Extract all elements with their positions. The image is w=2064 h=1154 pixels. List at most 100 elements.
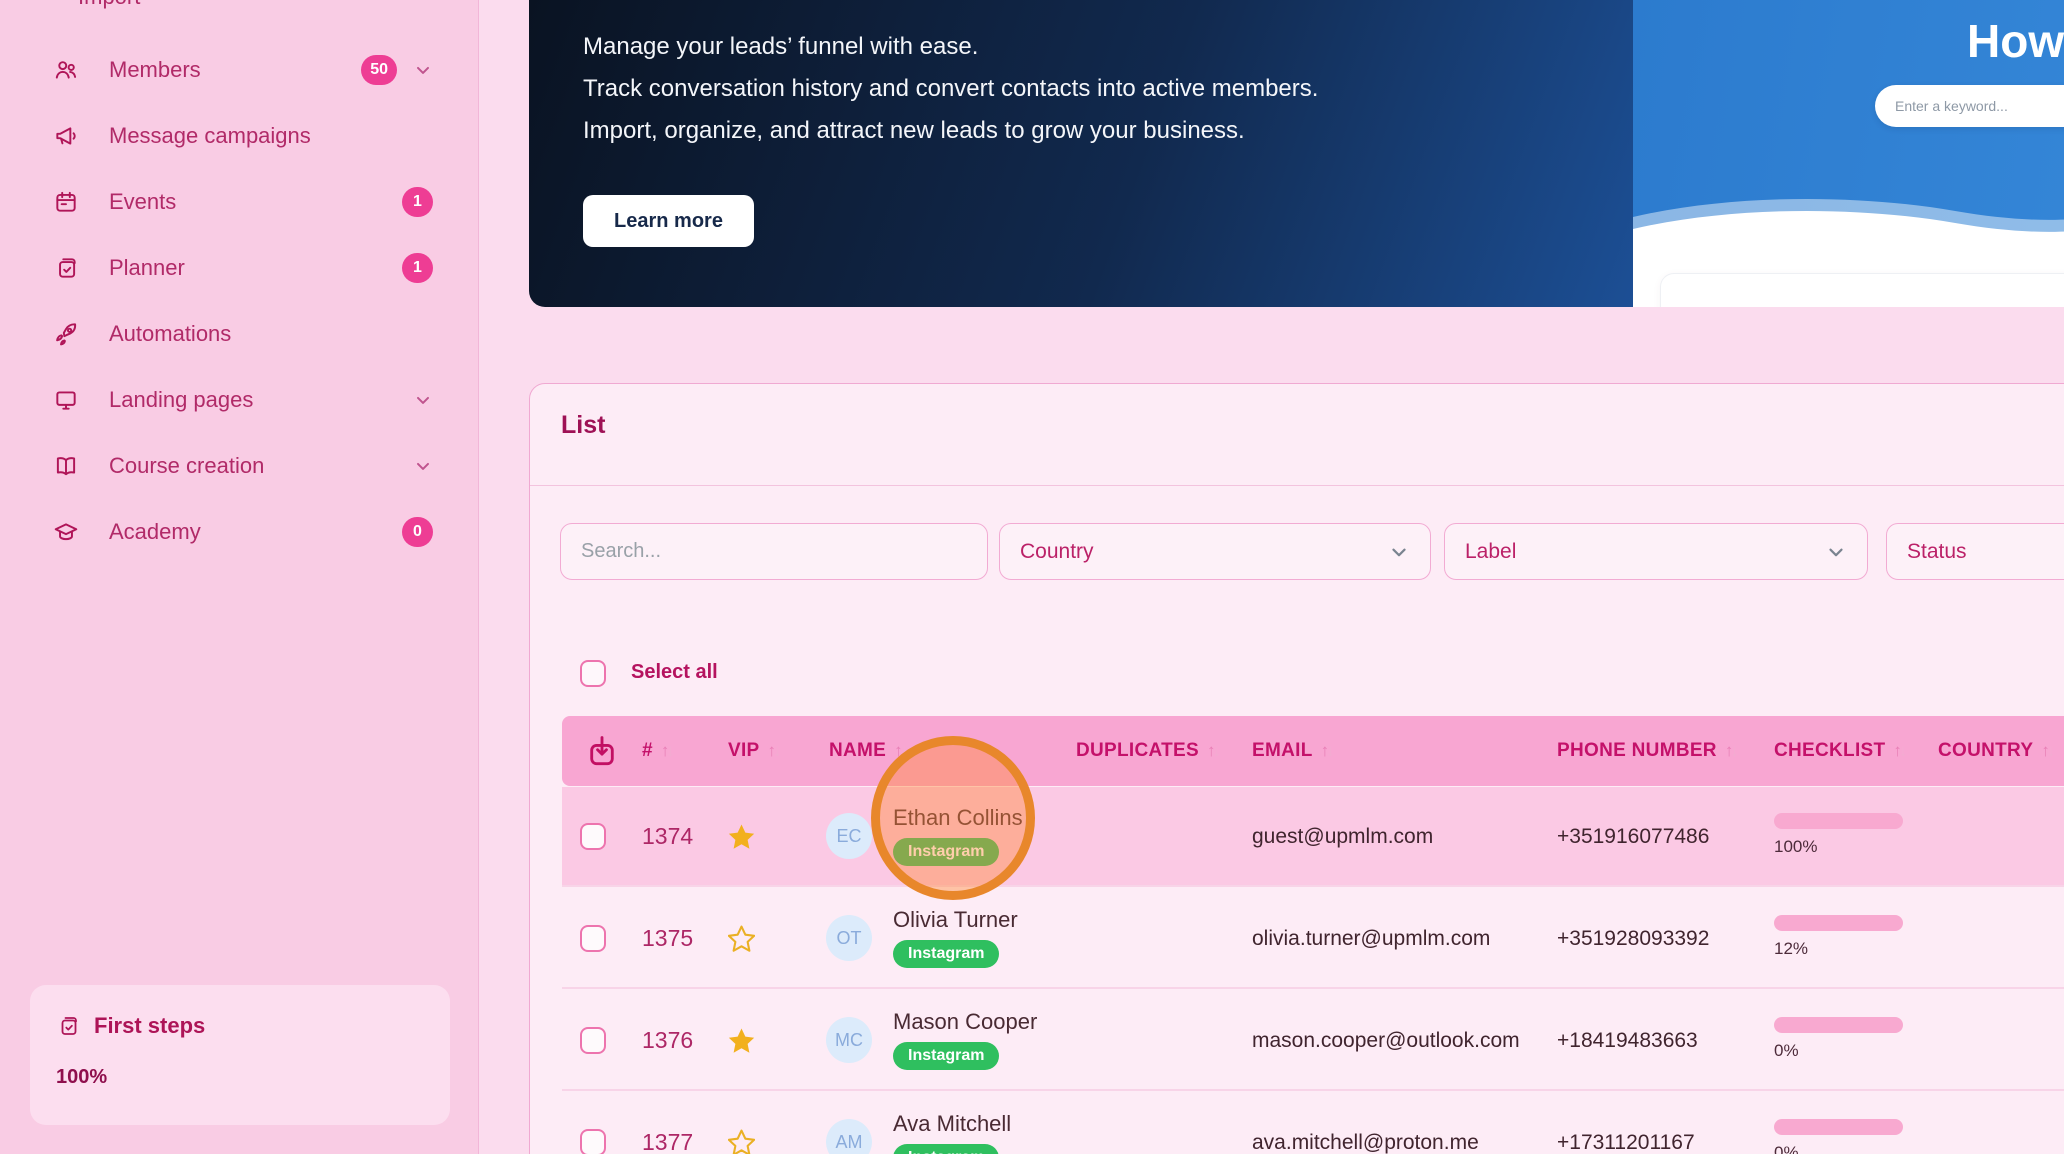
divider	[530, 485, 2064, 486]
table-row[interactable]: 1376 MC Mason Cooper Instagram mason.coo…	[562, 991, 2064, 1091]
list-title: List	[561, 411, 605, 440]
sidebar-item-events[interactable]: Events 1	[0, 169, 478, 235]
sidebar-item-label: Course creation	[109, 453, 264, 479]
first-steps-percent: 100%	[56, 1066, 107, 1089]
vip-star-button[interactable]	[728, 1129, 755, 1154]
phone-cell: +17311201167	[1557, 1131, 1695, 1154]
vip-star-icon	[728, 823, 755, 850]
channel-badge: Instagram	[893, 838, 999, 866]
sidebar-item-label: Planner	[109, 255, 185, 281]
list-card: List Country Label Status Select all #↑↓…	[529, 383, 2064, 1154]
table-row[interactable]: 1375 OT Olivia Turner Instagram olivia.t…	[562, 889, 2064, 989]
preview-inner-card	[1660, 273, 2064, 307]
table-row[interactable]: 1374 EC Ethan Collins Instagram guest@up…	[562, 787, 2064, 887]
sidebar-item-planner[interactable]: Planner 1	[0, 235, 478, 301]
checklist-progress-bar	[1774, 813, 1903, 829]
vip-star-icon	[728, 925, 755, 952]
table-row[interactable]: 1377 AM Ava Mitchell Instagram ava.mitch…	[562, 1093, 2064, 1154]
column-header-phone[interactable]: PHONE NUMBER↑↓	[1557, 740, 1739, 762]
preview-search-box	[1875, 85, 2064, 127]
checklist-progress-bar	[1774, 915, 1903, 931]
search-input[interactable]	[581, 540, 967, 563]
sort-icon: ↑↓	[768, 741, 782, 761]
first-steps-icon	[56, 1014, 80, 1038]
sidebar-item-automations[interactable]: Automations	[0, 301, 478, 367]
table-header: #↑↓ VIP↑↓ NAME↑↓ DUPLICATES↑↓ EMAIL↑↓ PH…	[562, 716, 2064, 786]
member-name-link[interactable]: Olivia Turner	[893, 907, 1018, 933]
row-number: 1376	[642, 1027, 693, 1054]
sidebar-item-message-campaigns[interactable]: Message campaigns	[0, 103, 478, 169]
banner-line-2: Track conversation history and convert c…	[583, 68, 1318, 110]
column-header-country[interactable]: COUNTRY↑↓	[1938, 740, 2055, 762]
open-book-icon	[53, 453, 79, 479]
row-checkbox[interactable]	[580, 1129, 606, 1154]
sort-icon: ↑↓	[661, 741, 675, 761]
column-header-duplicates[interactable]: DUPLICATES↑↓	[1076, 740, 1221, 762]
email-cell: olivia.turner@upmlm.com	[1252, 927, 1490, 951]
member-name-link[interactable]: Ethan Collins	[893, 805, 1023, 831]
label-filter-label: Label	[1465, 540, 1825, 564]
vip-star-icon	[728, 1129, 755, 1154]
learn-more-button[interactable]: Learn more	[583, 195, 754, 247]
row-checkbox[interactable]	[580, 925, 606, 952]
monitor-icon	[53, 387, 79, 413]
chevron-down-icon	[413, 60, 433, 80]
planner-count-badge: 1	[402, 253, 433, 283]
sort-icon: ↑↓	[894, 741, 908, 761]
chevron-down-icon	[413, 390, 433, 410]
sidebar-item-academy[interactable]: Academy 0	[0, 499, 478, 565]
promo-banner-text-panel: Manage your leads’ funnel with ease. Tra…	[529, 0, 1633, 307]
first-steps-card[interactable]: First steps 100%	[30, 985, 450, 1125]
sort-icon: ↑↓	[1725, 741, 1739, 761]
row-number: 1375	[642, 925, 693, 952]
country-filter-dropdown[interactable]: Country	[999, 523, 1431, 580]
column-header-name[interactable]: NAME↑↓	[829, 740, 908, 762]
rocket-icon	[53, 321, 79, 347]
email-cell: mason.cooper@outlook.com	[1252, 1029, 1520, 1053]
email-cell: ava.mitchell@proton.me	[1252, 1131, 1479, 1154]
vip-star-button[interactable]	[728, 823, 755, 850]
checklist-progress-bar	[1774, 1017, 1903, 1033]
row-number: 1374	[642, 823, 693, 850]
vip-star-icon	[728, 1027, 755, 1054]
member-name-link[interactable]: Mason Cooper	[893, 1009, 1037, 1035]
graduation-cap-icon	[53, 519, 79, 545]
row-checkbox[interactable]	[580, 823, 606, 850]
column-header-email[interactable]: EMAIL↑↓	[1252, 740, 1335, 762]
select-all-label: Select all	[631, 661, 718, 684]
preview-heading: How C	[1967, 14, 2064, 68]
member-name-link[interactable]: Ava Mitchell	[893, 1111, 1011, 1137]
sidebar-item-label: Academy	[109, 519, 201, 545]
row-number: 1377	[642, 1129, 693, 1154]
search-field	[560, 523, 988, 580]
sort-icon: ↑↓	[1893, 741, 1907, 761]
sidebar-item-course-creation[interactable]: Course creation	[0, 433, 478, 499]
export-button[interactable]	[583, 732, 621, 770]
column-header-vip[interactable]: VIP↑↓	[728, 740, 782, 762]
vip-star-button[interactable]	[728, 925, 755, 952]
sidebar-item-import-clipped[interactable]: Import	[78, 0, 140, 10]
status-filter-dropdown[interactable]: Status	[1886, 523, 2064, 580]
first-steps-progress-bar	[129, 1074, 424, 1081]
sidebar-item-label: Message campaigns	[109, 123, 311, 149]
row-checkbox[interactable]	[580, 1027, 606, 1054]
checklist-progress-bar	[1774, 1119, 1903, 1135]
sidebar-nav: Members 50 Message campaigns Events 1	[0, 37, 478, 565]
sort-icon: ↑↓	[2041, 741, 2055, 761]
country-filter-label: Country	[1020, 540, 1388, 564]
phone-cell: +351916077486	[1557, 825, 1709, 849]
checklist-percent: 12%	[1774, 939, 1808, 959]
vip-star-button[interactable]	[728, 1027, 755, 1054]
sidebar-item-landing-pages[interactable]: Landing pages	[0, 367, 478, 433]
label-filter-dropdown[interactable]: Label	[1444, 523, 1868, 580]
avatar: OT	[826, 915, 872, 961]
preview-search-input	[1895, 98, 2064, 114]
column-header-number[interactable]: #↑↓	[642, 740, 675, 762]
members-icon	[53, 57, 79, 83]
checklist-percent: 0%	[1774, 1143, 1799, 1154]
sidebar-item-members[interactable]: Members 50	[0, 37, 478, 103]
select-all-checkbox[interactable]	[580, 660, 606, 687]
column-header-checklist[interactable]: CHECKLIST↑↓	[1774, 740, 1907, 762]
channel-badge: Instagram	[893, 940, 999, 968]
sort-icon: ↑↓	[1321, 741, 1335, 761]
